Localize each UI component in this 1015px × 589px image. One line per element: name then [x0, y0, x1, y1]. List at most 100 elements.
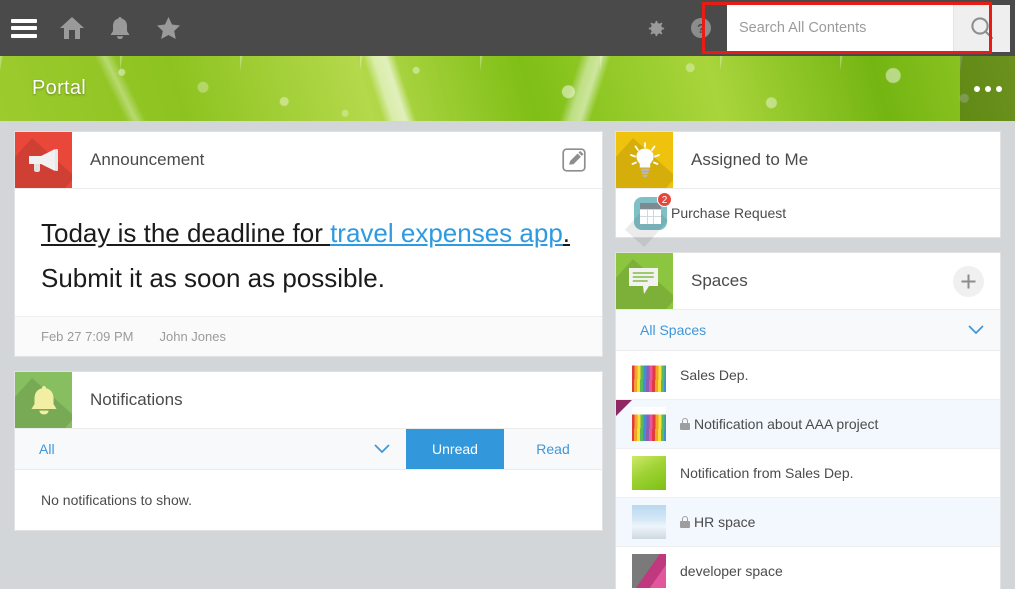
star-glyph [156, 17, 180, 39]
purchase-request-icon: 2 [624, 191, 672, 247]
search-container [727, 4, 1010, 52]
spaces-title: Spaces [691, 271, 748, 290]
notifications-filter-label: All [39, 441, 55, 457]
announcement-body: Today is the deadline for travel expense… [15, 189, 602, 316]
announcement-line-1: Today is the deadline for travel expense… [41, 211, 576, 256]
portal-content: Announcement Today is the deadline for t… [0, 121, 1015, 589]
bell-glyph [110, 17, 130, 39]
star-icon[interactable] [144, 0, 192, 56]
gears-thumbnail [632, 554, 666, 588]
chevron-down-icon [968, 325, 984, 335]
help-glyph: ? [691, 18, 711, 38]
assigned-header: Assigned to Me [616, 132, 1000, 189]
speech-bubble-icon [616, 253, 673, 309]
notifications-card: Notifications All Unread Read No notific… [14, 371, 603, 531]
spaces-filter-label: All Spaces [640, 322, 707, 338]
search-input[interactable] [727, 5, 953, 51]
svg-text:?: ? [697, 21, 705, 36]
lock-icon [680, 516, 690, 528]
flag-corner-marker [616, 400, 632, 416]
space-label: Sales Dep. [680, 367, 749, 383]
notifications-empty-message: No notifications to show. [41, 492, 192, 508]
spaces-filter-dropdown[interactable]: All Spaces [616, 310, 1000, 350]
space-label-wrap: HR space [680, 514, 755, 530]
search-icon [971, 17, 994, 40]
space-label-wrap: Notification about AAA project [680, 416, 878, 432]
badge-count: 2 [657, 191, 672, 207]
spaces-filter-row: All Spaces [616, 310, 1000, 351]
menu-icon[interactable] [0, 0, 48, 56]
lightbulb-glyph [630, 142, 660, 178]
green-gradient-thumbnail [632, 456, 666, 490]
top-navigation-bar: ? [0, 0, 1015, 56]
assigned-item-label: Purchase Request [671, 205, 787, 221]
portal-page: ? Portal [0, 0, 1015, 589]
space-row-notification-sales[interactable]: Notification from Sales Dep. [616, 449, 1000, 498]
notifications-tabs: Unread Read [406, 429, 602, 469]
tab-read[interactable]: Read [504, 429, 602, 469]
chevron-down-icon [374, 444, 390, 454]
left-column: Announcement Today is the deadline for t… [14, 131, 603, 545]
space-label: Notification about AAA project [694, 416, 879, 432]
assigned-to-me-card: Assigned to Me 2 Purchase Request [615, 131, 1001, 247]
space-row-sales-dep[interactable]: Sales Dep. [616, 351, 1000, 400]
lock-icon [680, 418, 690, 430]
space-row-developer-space[interactable]: developer space [616, 547, 1000, 589]
gear-glyph [648, 20, 664, 36]
announcement-line-2: Submit it as soon as possible. [41, 263, 385, 293]
lightbulb-icon [616, 132, 673, 188]
winter-landscape-thumbnail [632, 505, 666, 539]
ellipsis-glyph [973, 85, 1002, 92]
space-label: developer space [680, 563, 783, 579]
travel-expenses-link[interactable]: travel expenses app [330, 218, 563, 248]
home-glyph [60, 17, 84, 39]
search-button[interactable] [953, 4, 1010, 52]
announcement-footer: Feb 27 7:09 PM John Jones [15, 316, 602, 356]
announcement-text-prefix: Today is the deadline for [41, 218, 331, 248]
pencils-thumbnail [632, 358, 666, 392]
space-label: HR space [694, 514, 756, 530]
spaces-header: Spaces [616, 253, 1000, 310]
tab-unread[interactable]: Unread [406, 429, 504, 469]
banner-leaf-veins [0, 56, 1015, 121]
megaphone-glyph [29, 149, 58, 172]
announcement-title: Announcement [90, 150, 205, 169]
top-nav-right-group: ? [632, 0, 1015, 56]
notifications-filter-row: All Unread Read [15, 429, 602, 470]
plus-icon [953, 265, 984, 297]
space-row-notification-aaa[interactable]: Notification about AAA project [616, 400, 1000, 449]
announcement-text-suffix: . [562, 218, 571, 248]
space-row-hr-space[interactable]: HR space [616, 498, 1000, 547]
spaces-card: Spaces All Spaces Sales Dep. Notificatio… [615, 252, 1001, 589]
notifications-header: Notifications [15, 372, 602, 429]
top-nav-left-icons [0, 0, 192, 56]
add-space-button[interactable] [953, 253, 1000, 309]
notifications-bell-icon [15, 372, 72, 428]
announcement-timestamp: Feb 27 7:09 PM [41, 329, 134, 344]
gear-icon[interactable] [632, 0, 678, 56]
announcement-author: John Jones [159, 329, 227, 344]
portal-banner: Portal [0, 56, 1015, 121]
more-options-icon[interactable] [960, 56, 1015, 121]
notifications-title: Notifications [90, 390, 183, 409]
space-label: Notification from Sales Dep. [680, 465, 854, 481]
help-icon[interactable]: ? [678, 0, 724, 56]
page-title: Portal [32, 77, 87, 99]
megaphone-icon [15, 132, 72, 188]
assigned-title: Assigned to Me [691, 150, 809, 169]
notifications-filter-dropdown[interactable]: All [15, 429, 406, 469]
form-glyph [640, 202, 661, 224]
right-column: Assigned to Me 2 Purchase Request Spaces… [615, 131, 1001, 589]
pencils-thumbnail [632, 407, 666, 441]
hamburger-icon [11, 18, 37, 38]
home-icon[interactable] [48, 0, 96, 56]
bell-glyph [31, 386, 57, 415]
announcement-card: Announcement Today is the deadline for t… [14, 131, 603, 357]
assigned-item-purchase-request[interactable]: 2 Purchase Request [616, 189, 1000, 247]
announcement-header: Announcement [15, 132, 602, 189]
speech-bubble-glyph [629, 268, 658, 294]
bell-icon[interactable] [96, 0, 144, 56]
edit-glyph [562, 148, 586, 172]
plus-glyph [961, 274, 976, 288]
edit-pencil-icon[interactable] [562, 132, 602, 188]
